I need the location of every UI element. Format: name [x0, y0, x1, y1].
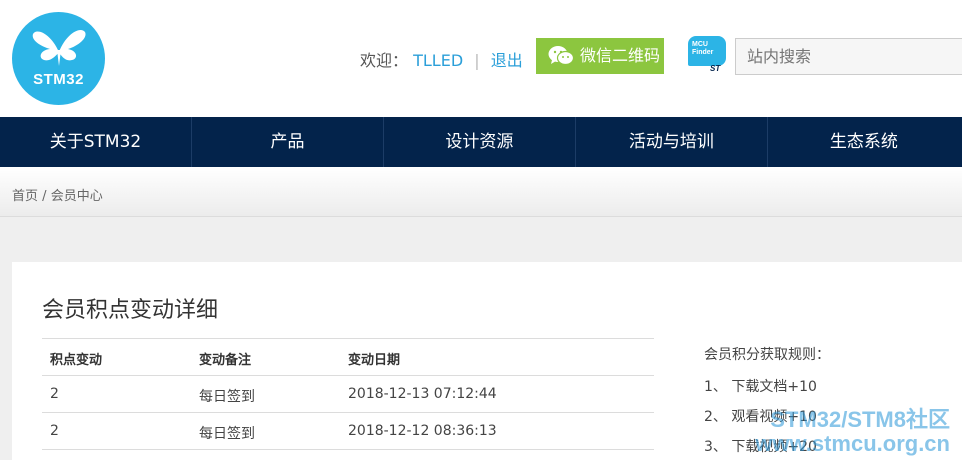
mcu-finder-text-1: MCU	[692, 41, 708, 48]
rules-title: 会员积分获取规则：	[704, 347, 830, 363]
nav-item-design-resources[interactable]: 设计资源	[384, 117, 576, 167]
nav-item-products[interactable]: 产品	[192, 117, 384, 167]
page-title: 会员积点变动详细	[42, 298, 219, 323]
welcome-label: 欢迎：	[360, 51, 409, 70]
breadcrumb-current[interactable]: 会员中心	[51, 189, 103, 204]
cell-date: 2018-12-12 08:36:13	[348, 423, 497, 439]
cell-date: 2018-12-13 07:12:44	[348, 386, 497, 402]
rule-item: 1、 下载文档+10	[704, 379, 817, 395]
table-row: 2 每日签到 2018-12-12 08:36:13	[42, 413, 654, 450]
breadcrumb-home[interactable]: 首页	[12, 189, 38, 204]
watermark-line-2: www.stmcu.org.cn	[755, 431, 950, 456]
cell-note: 每日签到	[199, 426, 255, 442]
column-header-points-change: 积点变动	[50, 353, 103, 368]
welcome-area: 欢迎： TLLED | 退出	[360, 47, 523, 71]
cell-note: 每日签到	[199, 389, 255, 405]
wechat-icon	[548, 46, 574, 66]
column-header-date: 变动日期	[348, 353, 401, 368]
wechat-qr-button[interactable]: 微信二维码	[536, 38, 664, 74]
logo-text: STM32	[33, 71, 84, 88]
mcu-finder-icon: MCU Finder	[688, 36, 726, 66]
table-row: 2 每日签到 2018-12-13 07:12:44	[42, 376, 654, 413]
st-logo: ST	[710, 64, 721, 73]
nav-item-about-stm32[interactable]: 关于STM32	[0, 117, 192, 167]
breadcrumb: 首页 / 会员中心	[12, 185, 103, 204]
points-table: 积点变动 变动备注 变动日期 2 每日签到 2018-12-13 07:12:4…	[42, 338, 654, 450]
site-watermark: STM32/STM8社区 www.stmcu.org.cn	[755, 408, 950, 456]
site-search-input[interactable]	[735, 38, 962, 75]
breadcrumb-bar: 首页 / 会员中心	[0, 167, 962, 217]
watermark-line-1: STM32/STM8社区	[770, 407, 950, 432]
wechat-qr-label: 微信二维码	[580, 46, 661, 65]
cell-points-change: 2	[50, 386, 59, 402]
username-link[interactable]: TLLED	[413, 51, 463, 70]
table-header-row: 积点变动 变动备注 变动日期	[42, 339, 654, 376]
main-nav: 关于STM32 产品 设计资源 活动与培训 生态系统	[0, 117, 962, 167]
stm32-logo[interactable]: STM32	[12, 12, 105, 105]
column-header-note: 变动备注	[199, 353, 252, 368]
butterfly-icon	[32, 30, 86, 66]
nav-item-ecosystem[interactable]: 生态系统	[768, 117, 962, 167]
site-header: STM32 欢迎： TLLED | 退出 微信二维码 MCU Finder ST	[0, 0, 962, 117]
mcu-finder-text-2: Finder	[692, 49, 714, 56]
cell-points-change: 2	[50, 423, 59, 439]
breadcrumb-divider: /	[42, 189, 47, 204]
mcu-finder-link[interactable]: MCU Finder ST	[688, 36, 728, 74]
nav-item-events-training[interactable]: 活动与培训	[576, 117, 768, 167]
divider: |	[474, 51, 480, 70]
logout-link[interactable]: 退出	[491, 51, 523, 70]
